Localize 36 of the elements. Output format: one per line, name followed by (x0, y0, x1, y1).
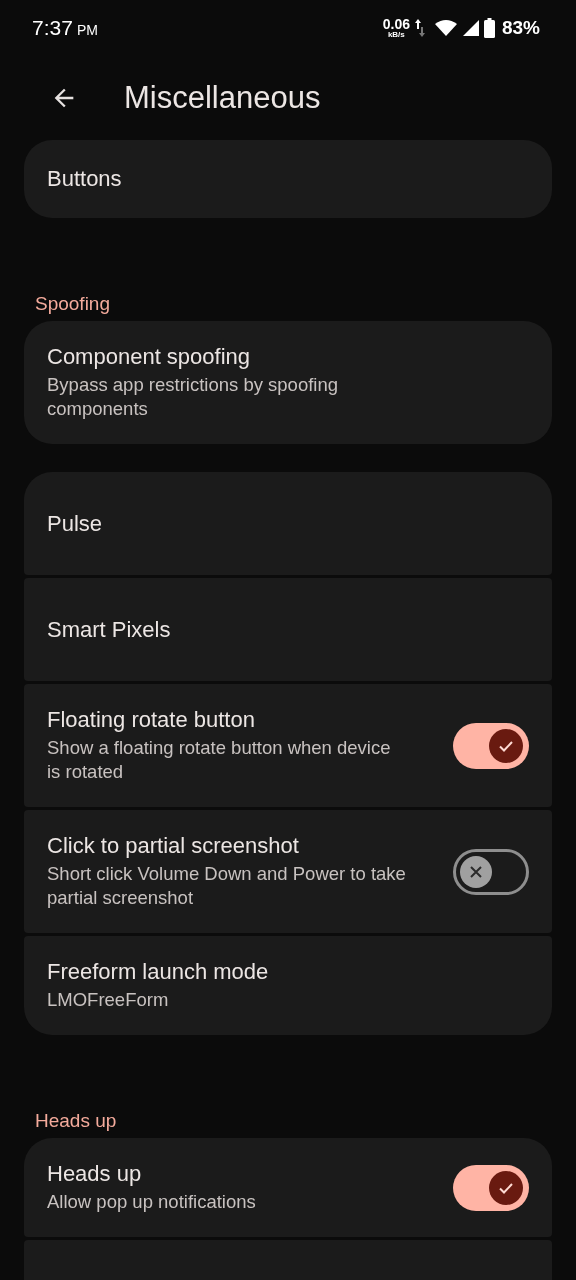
setting-title: Smart Pixels (47, 616, 172, 643)
battery-percent: 83% (501, 17, 540, 39)
toggle-switch[interactable] (453, 848, 529, 895)
network-speed: 0.06 (382, 17, 410, 31)
status-ampm: PM (76, 22, 98, 38)
signal-icon (461, 19, 480, 37)
setting-item[interactable]: Component spoofing Bypass app restrictions by spoofing components (24, 321, 552, 445)
setting-summary: Short click Volume Down and Power to take partial screenshot (47, 862, 407, 911)
setting-item[interactable]: Heads up Allow pop up notifications (24, 1138, 552, 1238)
data-arrows-icon (413, 17, 426, 39)
setting-item[interactable]: Click to partial screenshot Short click Volume Down and Power to take partial screenshot (24, 810, 552, 934)
setting-item[interactable]: Floating rotate button Show a floating rotate button when device is rotated (24, 684, 552, 808)
wifi-icon (433, 19, 458, 37)
battery-icon (483, 18, 495, 38)
toggle-switch[interactable] (453, 1164, 529, 1211)
section-header: Spoofing (34, 292, 111, 316)
section-header: Heads up (34, 1109, 118, 1134)
network-speed-unit: kB/s (387, 31, 405, 39)
setting-summary: LMOFreeForm (47, 988, 170, 1013)
setting-title: Freeform launch mode (47, 959, 270, 986)
setting-summary: Show a floating rotate button when device is rotated (47, 736, 392, 785)
setting-title: Pulse (47, 510, 104, 537)
setting-summary: Bypass app restrictions by spoofing components (47, 373, 339, 422)
setting-title: Click to partial screenshot (47, 833, 300, 860)
setting-title: Buttons (47, 166, 123, 192)
setting-summary: Allow pop up notifications (47, 1190, 257, 1215)
setting-item[interactable]: Pulse (24, 472, 552, 576)
toggle-switch[interactable] (453, 722, 529, 769)
setting-title: Floating rotate button (47, 707, 256, 734)
setting-title: Heads up (47, 1161, 143, 1188)
setting-title: Component spoofing (47, 344, 252, 370)
setting-item[interactable]: Freeform launch mode LMOFreeForm (24, 936, 552, 1036)
setting-item[interactable]: Buttons (24, 140, 552, 218)
status-time: 7:37 (32, 16, 73, 40)
page-title: Miscellaneous (124, 80, 321, 116)
setting-item[interactable]: Smart Pixels (24, 578, 552, 682)
